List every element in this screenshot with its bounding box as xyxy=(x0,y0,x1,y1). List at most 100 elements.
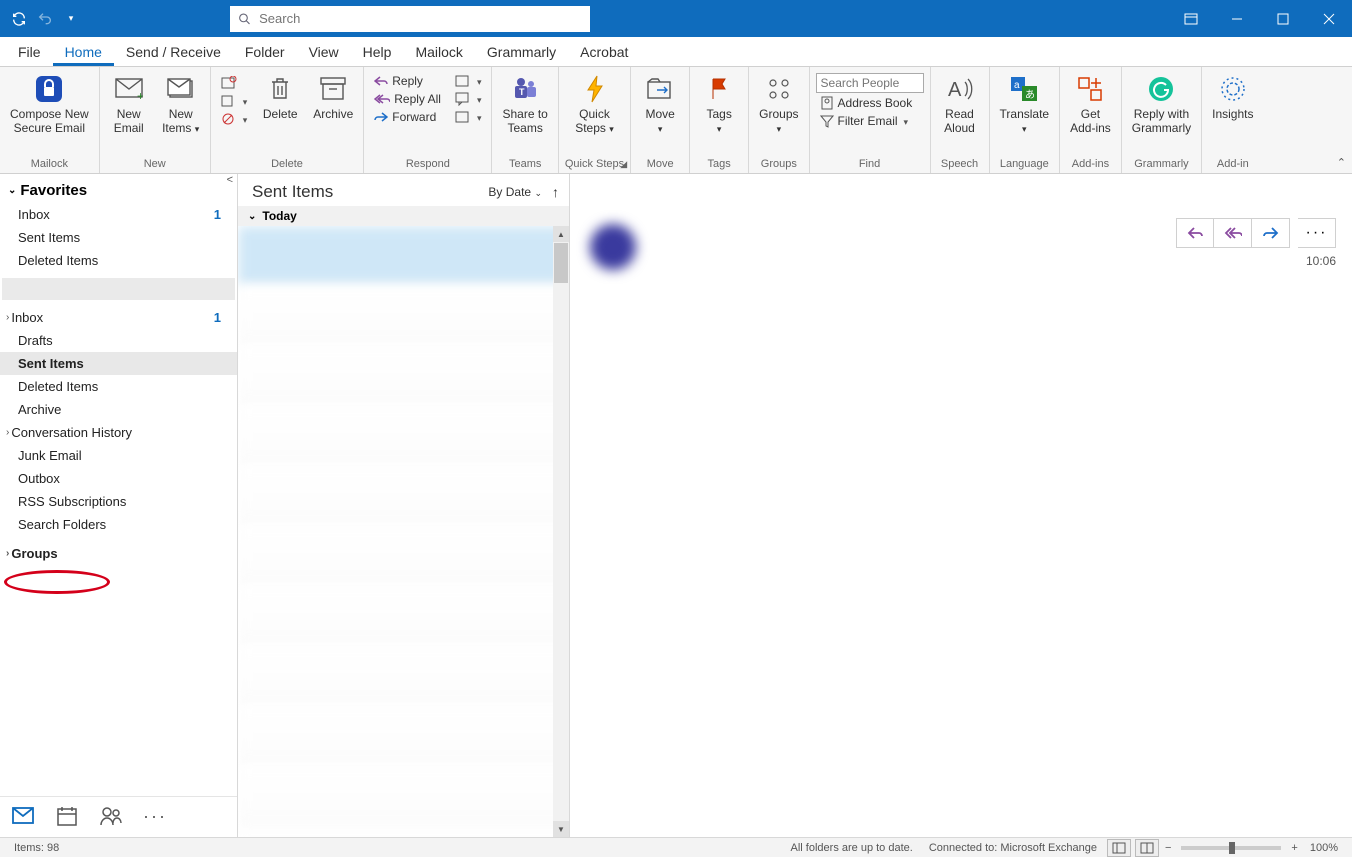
date-group-today[interactable]: ⌄Today xyxy=(238,206,569,226)
move-button[interactable]: Move▾ xyxy=(637,71,683,138)
maximize-button[interactable] xyxy=(1260,0,1306,37)
new-email-button[interactable]: + New Email xyxy=(106,71,152,138)
tab-acrobat[interactable]: Acrobat xyxy=(568,39,640,66)
delete-button[interactable]: Delete xyxy=(257,71,303,123)
tab-send-receive[interactable]: Send / Receive xyxy=(114,39,233,66)
folder-rss[interactable]: RSS Subscriptions xyxy=(0,490,237,513)
scroll-down-icon[interactable]: ▼ xyxy=(553,821,569,837)
message-item[interactable] xyxy=(238,286,569,346)
fav-inbox[interactable]: Inbox1 xyxy=(0,203,237,226)
close-button[interactable] xyxy=(1306,0,1352,37)
search-people-input[interactable] xyxy=(816,73,924,93)
message-item[interactable] xyxy=(238,586,569,646)
folder-drafts[interactable]: Drafts xyxy=(0,329,237,352)
favorites-header[interactable]: ⌄Favorites xyxy=(0,174,237,203)
search-box[interactable] xyxy=(230,6,590,32)
new-items-button[interactable]: New Items ▾ xyxy=(158,71,204,138)
tab-home[interactable]: Home xyxy=(53,39,114,66)
tab-file[interactable]: File xyxy=(6,39,53,66)
tab-folder[interactable]: Folder xyxy=(233,39,297,66)
address-book-button[interactable]: Address Book xyxy=(816,95,924,111)
message-item[interactable] xyxy=(238,346,569,406)
reply-action-button[interactable] xyxy=(1176,218,1214,248)
quick-steps-button[interactable]: Quick Steps ▾ xyxy=(571,71,618,138)
mail-view-icon[interactable] xyxy=(12,805,34,827)
junk-button[interactable] xyxy=(217,111,252,127)
ribbon-display-options-icon[interactable] xyxy=(1168,0,1214,37)
zoom-level[interactable]: 100% xyxy=(1302,842,1346,854)
insights-button[interactable]: Insights xyxy=(1208,71,1257,123)
sync-icon[interactable] xyxy=(10,10,28,28)
tab-mailock[interactable]: Mailock xyxy=(403,39,474,66)
search-input[interactable] xyxy=(259,11,582,26)
more-respond-button[interactable] xyxy=(451,109,486,125)
fav-sent-items[interactable]: Sent Items xyxy=(0,226,237,249)
archive-button[interactable]: Archive xyxy=(309,71,357,123)
sort-direction-button[interactable]: ↑ xyxy=(552,184,559,200)
groups-header[interactable]: ›Groups xyxy=(0,542,237,565)
forward-action-button[interactable] xyxy=(1252,218,1290,248)
list-scrollbar[interactable]: ▲ ▼ xyxy=(553,226,569,837)
more-views-icon[interactable]: ··· xyxy=(144,805,166,827)
more-actions-button[interactable]: ··· xyxy=(1298,218,1336,248)
account-header[interactable] xyxy=(2,278,235,300)
message-item[interactable] xyxy=(238,406,569,466)
search-icon xyxy=(238,12,251,26)
message-item[interactable] xyxy=(238,466,569,526)
folder-inbox[interactable]: ›Inbox1 xyxy=(0,306,237,329)
groups-button[interactable]: Groups▾ xyxy=(755,71,802,138)
forward-button[interactable]: Forward xyxy=(370,109,445,125)
compose-secure-email-button[interactable]: Compose New Secure Email xyxy=(6,71,93,138)
tags-button[interactable]: Tags▾ xyxy=(696,71,742,138)
read-aloud-button[interactable]: A Read Aloud xyxy=(937,71,983,138)
folder-archive[interactable]: Archive xyxy=(0,398,237,421)
meeting-button[interactable] xyxy=(451,73,486,89)
filter-email-button[interactable]: Filter Email xyxy=(816,113,924,129)
folder-deleted-items[interactable]: Deleted Items xyxy=(0,375,237,398)
collapse-ribbon-icon[interactable]: ⌃ xyxy=(1337,156,1346,169)
get-addins-button[interactable]: Get Add-ins xyxy=(1066,71,1115,138)
message-item[interactable] xyxy=(238,766,569,826)
minimize-button[interactable] xyxy=(1214,0,1260,37)
sort-button[interactable]: By Date ⌄ xyxy=(488,185,542,199)
share-to-teams-button[interactable]: T Share to Teams xyxy=(498,71,551,138)
reply-with-grammarly-button[interactable]: Reply with Grammarly xyxy=(1128,71,1195,138)
fav-deleted-items[interactable]: Deleted Items xyxy=(0,249,237,272)
customize-qat-icon[interactable]: ▾ xyxy=(62,10,80,28)
view-normal-button[interactable] xyxy=(1107,839,1131,857)
message-item[interactable] xyxy=(238,706,569,766)
teams-icon: T xyxy=(509,73,541,105)
reply-button[interactable]: Reply xyxy=(370,73,445,89)
quicksteps-launcher[interactable]: ◢ xyxy=(620,159,627,170)
collapse-folder-pane-icon[interactable]: < xyxy=(227,174,233,186)
clean-up-button[interactable] xyxy=(217,93,252,109)
message-item[interactable] xyxy=(238,526,569,586)
ignore-button[interactable] xyxy=(217,75,252,91)
people-view-icon[interactable] xyxy=(100,805,122,827)
tab-help[interactable]: Help xyxy=(351,39,404,66)
tab-view[interactable]: View xyxy=(297,39,351,66)
folder-sent-items[interactable]: Sent Items xyxy=(0,352,237,375)
zoom-in-button[interactable]: + xyxy=(1287,842,1301,854)
message-item[interactable] xyxy=(238,226,569,286)
view-reading-button[interactable] xyxy=(1135,839,1159,857)
calendar-view-icon[interactable] xyxy=(56,805,78,827)
group-label-grammarly: Grammarly xyxy=(1134,156,1188,173)
folder-search-folders[interactable]: Search Folders xyxy=(0,513,237,536)
reply-all-button[interactable]: Reply All xyxy=(370,91,445,107)
scroll-up-icon[interactable]: ▲ xyxy=(553,226,569,242)
group-label-find: Find xyxy=(859,156,880,173)
folder-conversation-history[interactable]: ›Conversation History xyxy=(0,421,237,444)
zoom-slider[interactable] xyxy=(1181,846,1281,850)
scroll-thumb[interactable] xyxy=(554,243,568,283)
undo-icon[interactable] xyxy=(36,10,54,28)
im-button[interactable] xyxy=(451,91,486,107)
zoom-out-button[interactable]: − xyxy=(1161,842,1175,854)
folder-junk-email[interactable]: Junk Email xyxy=(0,444,237,467)
translate-button[interactable]: aあ Translate▾ xyxy=(996,71,1054,138)
message-item[interactable] xyxy=(238,646,569,706)
folder-outbox[interactable]: Outbox xyxy=(0,467,237,490)
reply-all-action-button[interactable] xyxy=(1214,218,1252,248)
group-label-delete: Delete xyxy=(271,156,303,173)
tab-grammarly[interactable]: Grammarly xyxy=(475,39,568,66)
